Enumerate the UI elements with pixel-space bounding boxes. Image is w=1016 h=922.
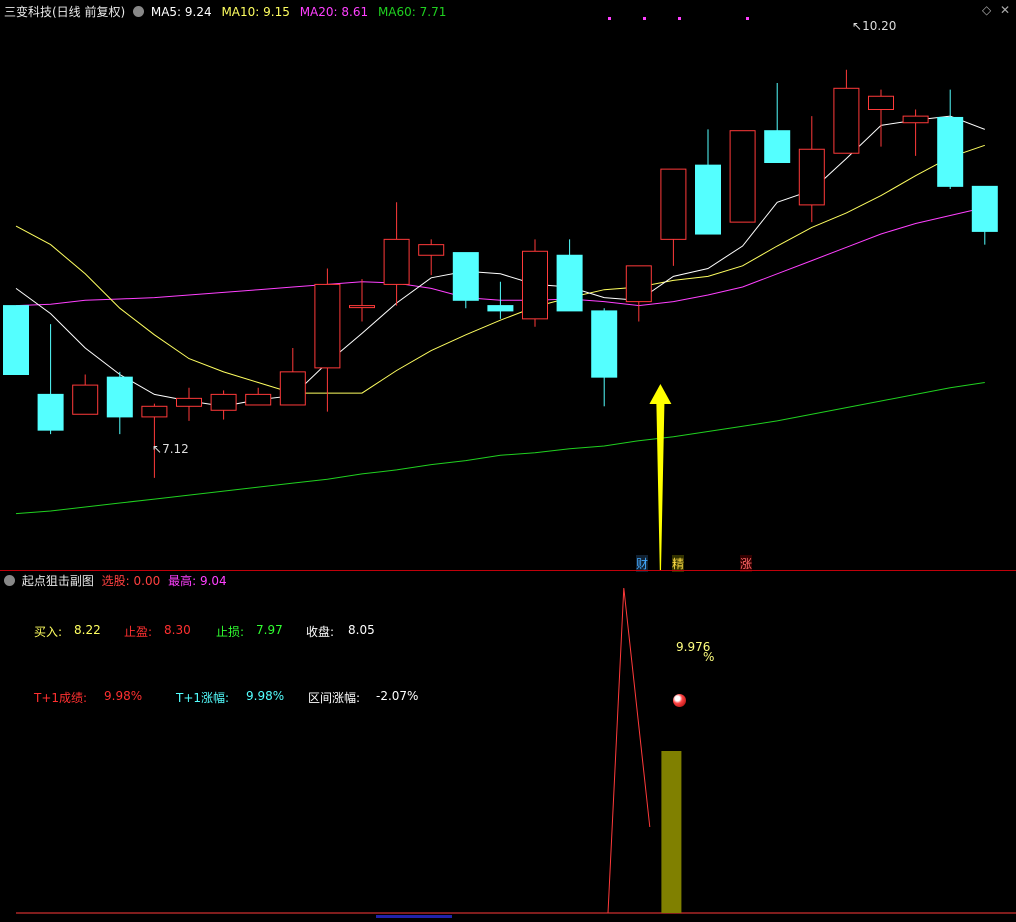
peak-unit-label: % xyxy=(703,650,715,664)
candle-body xyxy=(349,305,375,309)
candle-body xyxy=(937,116,964,187)
candle-body xyxy=(660,168,687,240)
stop-loss-value: 7.97 xyxy=(256,623,283,637)
main-header: 三变科技(日线 前复权) MA5: 9.24 MA10: 9.15 MA20: … xyxy=(4,3,446,20)
ball-icon xyxy=(673,694,686,707)
signal-dot xyxy=(643,17,646,20)
t1-result-label: T+1成绩: xyxy=(34,691,88,705)
high-price-marker: ↖10.20 xyxy=(852,19,897,33)
arrow-icon: ↖ xyxy=(152,442,163,456)
close-label: 收盘: xyxy=(306,625,335,639)
candle-body xyxy=(314,283,341,369)
max-value: 9.04 xyxy=(199,574,227,588)
candle-body xyxy=(729,130,756,223)
arrow-icon: ↖ xyxy=(852,19,863,33)
buy-value: 8.22 xyxy=(74,623,101,637)
close-value: 8.05 xyxy=(348,623,375,637)
candle-body xyxy=(418,244,445,256)
candle-body xyxy=(72,384,99,415)
scrollbar-thumb xyxy=(376,915,452,918)
signal-dot xyxy=(746,17,749,20)
range-rise-label: 区间涨幅: xyxy=(308,691,361,705)
candle-body xyxy=(764,130,791,163)
signal-dot xyxy=(608,17,611,20)
buy-arrow xyxy=(649,384,672,570)
candle-body xyxy=(279,371,306,406)
ma5-line xyxy=(15,115,985,407)
select-label: 选股: xyxy=(101,574,130,588)
sub-volume-bar xyxy=(661,751,682,913)
t1-rise-value: 9.98% xyxy=(246,689,285,703)
candle-body xyxy=(141,405,168,418)
sub-title: 起点狙击副图 xyxy=(21,574,94,588)
candle-body xyxy=(452,252,479,301)
take-profit-label: 止盈: xyxy=(124,625,153,639)
candle-body xyxy=(798,148,825,206)
candle-body xyxy=(383,238,410,285)
ma20-label: MA20: 8.61 xyxy=(299,5,369,19)
close-icon[interactable]: ✕ xyxy=(1000,3,1010,17)
take-profit-value: 8.30 xyxy=(164,623,191,637)
candle-body xyxy=(625,265,652,303)
candle-body xyxy=(522,250,548,320)
signal-dot xyxy=(678,17,681,20)
chevron-down-icon[interactable] xyxy=(133,6,145,17)
low-price-marker: ↖7.12 xyxy=(152,442,189,456)
t1-result-value: 9.98% xyxy=(104,689,143,703)
chevron-down-icon[interactable] xyxy=(4,575,15,586)
ma10-line xyxy=(15,144,985,394)
candle-body xyxy=(106,376,133,418)
candle-body xyxy=(210,393,237,411)
buy-label: 买入: xyxy=(34,625,63,639)
diamond-icon[interactable]: ◇ xyxy=(982,3,991,17)
candle-body xyxy=(37,393,64,431)
ma10-label: MA10: 9.15 xyxy=(221,5,290,19)
t1-rise-label: T+1涨幅: xyxy=(176,691,230,705)
candle-body xyxy=(3,305,29,376)
sub-indicator-chart[interactable] xyxy=(0,570,1016,922)
max-label: 最高: xyxy=(168,574,197,588)
candle-body xyxy=(487,305,514,312)
candle-body xyxy=(245,393,272,406)
candle-body xyxy=(176,397,202,407)
select-value: 0.00 xyxy=(133,574,161,588)
range-rise-value: -2.07% xyxy=(376,689,419,703)
candle-body xyxy=(556,254,583,312)
candle-body xyxy=(902,115,929,124)
candle-body xyxy=(833,87,860,154)
candle-body xyxy=(591,310,618,378)
sub-header: 起点狙击副图 选股: 0.00 最高: 9.04 xyxy=(4,572,227,589)
candle-body xyxy=(695,164,721,235)
stop-loss-label: 止损: xyxy=(216,625,245,639)
main-price-chart[interactable] xyxy=(0,0,1016,570)
candle-body xyxy=(971,185,998,232)
ma5-label: MA5: 9.24 xyxy=(150,5,212,19)
stock-title: 三变科技(日线 前复权) xyxy=(4,5,126,19)
candle-body xyxy=(868,95,894,110)
ma60-label: MA60: 7.71 xyxy=(377,5,447,19)
